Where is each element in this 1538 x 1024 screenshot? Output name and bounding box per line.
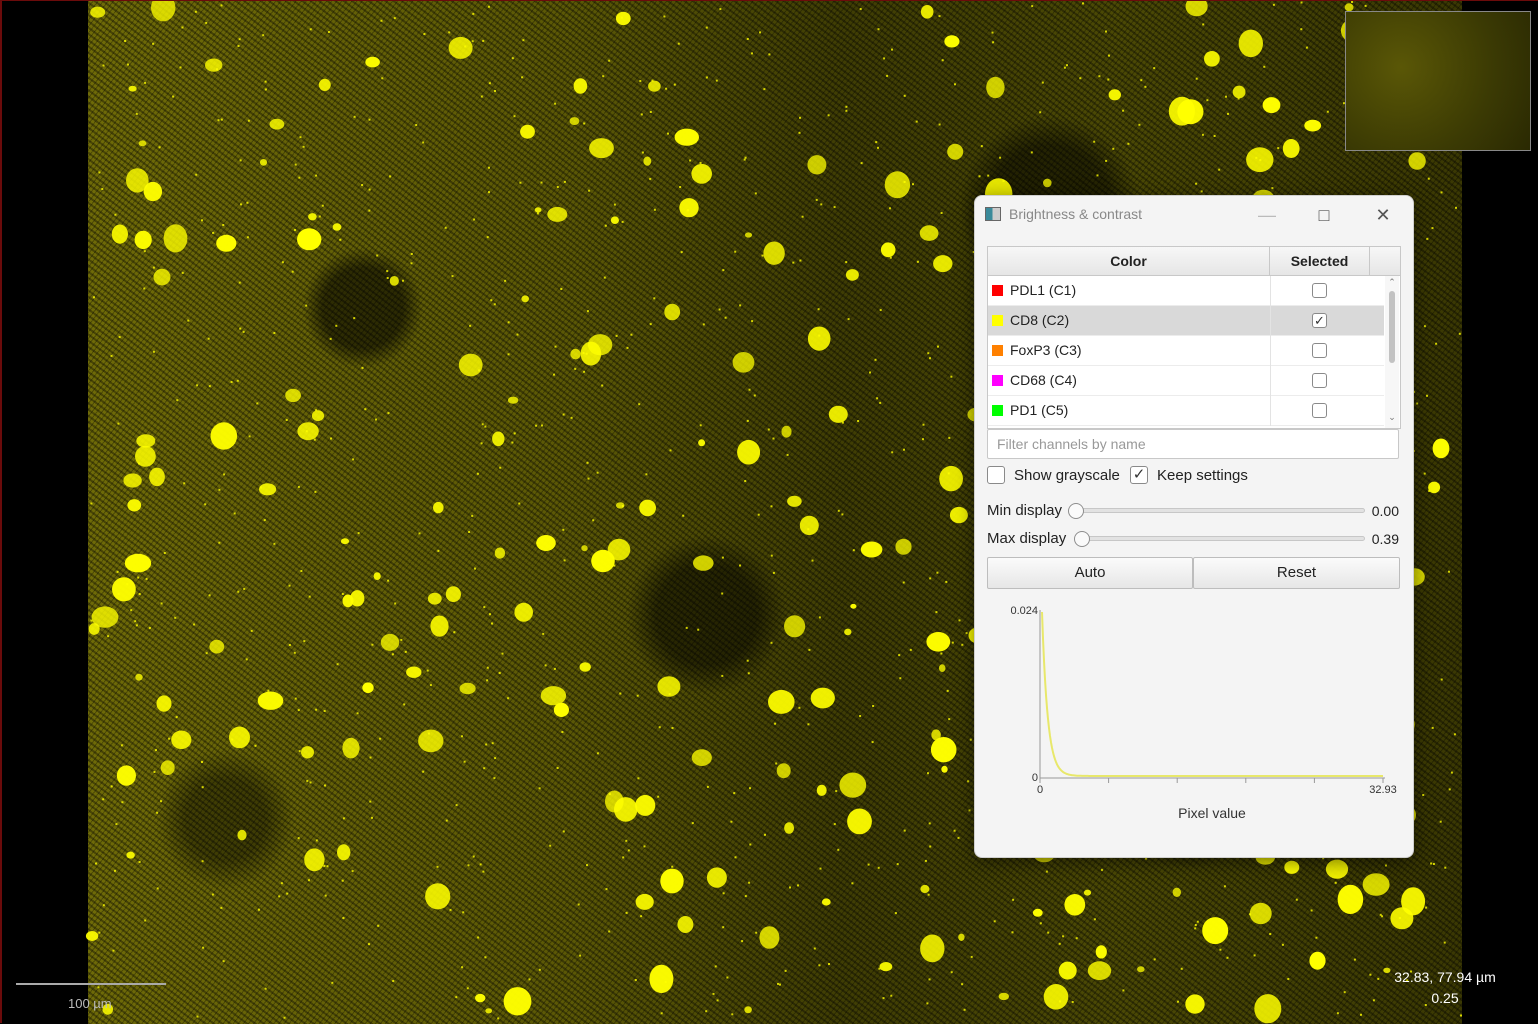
- cell-divider: [1270, 396, 1271, 426]
- histogram-curve: [1041, 611, 1383, 777]
- channel-selected-checkbox[interactable]: ✓: [1312, 313, 1327, 328]
- keep-settings-checkbox[interactable]: ✓: [1130, 466, 1148, 484]
- channel-name: CD8 (C2): [1010, 312, 1070, 328]
- histogram-x-min-label: 0: [1037, 784, 1043, 796]
- channel-rows: PDL1 (C1) CD8 (C2) ✓ FoxP3 (C3) CD68 (C4) PD1…: [988, 276, 1384, 426]
- app-icon: [985, 207, 1001, 221]
- table-header: Color Selected: [988, 247, 1400, 276]
- show-grayscale-checkbox[interactable]: [987, 466, 1005, 484]
- histogram-y-min-label: 0: [1032, 772, 1038, 784]
- cell-divider: [1270, 366, 1271, 396]
- histogram-y-max-label: 0.024: [1010, 605, 1038, 617]
- scale-bar: [16, 983, 166, 985]
- channel-selected-checkbox[interactable]: [1312, 343, 1327, 358]
- channel-color-swatch: [992, 405, 1003, 416]
- channel-name: CD68 (C4): [1010, 372, 1077, 388]
- channel-color-swatch: [992, 285, 1003, 296]
- max-display-value: 0.39: [1371, 531, 1399, 547]
- channel-selected-checkbox[interactable]: [1312, 403, 1327, 418]
- histogram-x-max-label: 32.93: [1369, 784, 1397, 796]
- min-display-slider[interactable]: [1075, 508, 1365, 513]
- brightness-contrast-dialog: Brightness & contrast — □ ✕ Color Select…: [974, 195, 1414, 858]
- filter-channels-input[interactable]: [987, 429, 1399, 459]
- channel-color-swatch: [992, 315, 1003, 326]
- max-display-label: Max display: [987, 530, 1067, 547]
- column-header-selected[interactable]: Selected: [1270, 247, 1370, 275]
- channel-color-swatch: [992, 375, 1003, 386]
- channel-name: PD1 (C5): [1010, 402, 1069, 418]
- channel-selected-checkbox[interactable]: [1312, 373, 1327, 388]
- channel-row[interactable]: PDL1 (C1): [988, 276, 1384, 306]
- window-title: Brightness & contrast: [1009, 206, 1143, 222]
- scroll-down-icon[interactable]: ⌄: [1385, 412, 1399, 423]
- cursor-pixel-value: 0.25: [1431, 990, 1459, 1006]
- channel-row[interactable]: CD68 (C4): [988, 366, 1384, 396]
- channel-color-swatch: [992, 345, 1003, 356]
- reset-button[interactable]: Reset: [1193, 557, 1400, 589]
- scale-bar-label: 100 µm: [68, 996, 112, 1011]
- channel-row[interactable]: FoxP3 (C3): [988, 336, 1384, 366]
- channel-row[interactable]: PD1 (C5): [988, 396, 1384, 426]
- channel-row[interactable]: CD8 (C2) ✓: [988, 306, 1384, 336]
- table-scrollbar[interactable]: ⌃ ⌄: [1385, 276, 1399, 428]
- min-display-slider-thumb[interactable]: [1068, 503, 1084, 519]
- max-display-slider[interactable]: [1078, 536, 1365, 541]
- overview-thumbnail[interactable]: [1345, 11, 1531, 151]
- histogram-x-ticks: [1039, 778, 1384, 783]
- close-button[interactable]: ✕: [1363, 200, 1403, 230]
- channel-table: Color Selected PDL1 (C1) CD8 (C2) ✓ FoxP3 (…: [987, 246, 1401, 429]
- cursor-coordinates: 32.83, 77.94 µm: [1394, 969, 1496, 985]
- cell-divider: [1270, 306, 1271, 336]
- histogram-x-axis-title: Pixel value: [1178, 805, 1246, 821]
- min-display-value: 0.00: [1371, 503, 1399, 519]
- maximize-button[interactable]: □: [1304, 200, 1344, 230]
- channel-name: PDL1 (C1): [1010, 282, 1077, 298]
- histogram-chart: 0.024 0 0 32.93 Pixel value: [1010, 605, 1397, 821]
- title-bar[interactable]: Brightness & contrast — □ ✕: [975, 196, 1413, 234]
- auto-button[interactable]: Auto: [987, 557, 1193, 589]
- show-grayscale-label: Show grayscale: [1014, 467, 1120, 484]
- min-display-label: Min display: [987, 502, 1063, 519]
- channel-name: FoxP3 (C3): [1010, 342, 1082, 358]
- scrollbar-thumb[interactable]: [1389, 291, 1395, 363]
- max-display-slider-thumb[interactable]: [1074, 531, 1091, 547]
- cell-divider: [1270, 336, 1271, 366]
- scroll-up-icon[interactable]: ⌃: [1385, 277, 1399, 288]
- cursor-readout: 32.83, 77.94 µm 0.25: [1382, 967, 1508, 1009]
- keep-settings-label: Keep settings: [1157, 467, 1248, 484]
- column-header-color[interactable]: Color: [988, 247, 1270, 275]
- channel-selected-checkbox[interactable]: [1312, 283, 1327, 298]
- cell-divider: [1270, 276, 1271, 306]
- minimize-button[interactable]: —: [1247, 200, 1287, 230]
